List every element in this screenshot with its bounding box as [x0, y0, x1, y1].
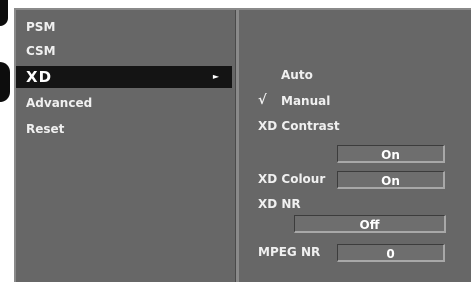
menu-item-label: CSM	[26, 44, 56, 58]
edge-fragment-middle	[0, 62, 10, 102]
mode-option-auto[interactable]: Auto	[281, 68, 313, 82]
xd-nr-value: Off	[359, 218, 380, 232]
panel-divider	[235, 10, 239, 282]
edge-fragment-top	[0, 0, 8, 26]
xd-contrast-value: On	[381, 148, 400, 162]
xd-colour-label: XD Colour	[258, 172, 326, 186]
xd-nr-label: XD NR	[258, 197, 301, 211]
mpeg-nr-label: MPEG NR	[258, 245, 321, 259]
xd-contrast-value-box[interactable]: On	[337, 145, 445, 163]
mpeg-nr-value-box[interactable]: 0	[337, 244, 445, 262]
xd-colour-value: On	[381, 174, 400, 188]
xd-colour-value-box[interactable]: On	[337, 171, 445, 189]
mode-option-manual[interactable]: Manual	[281, 94, 330, 108]
menu-item-csm[interactable]: CSM	[16, 40, 232, 62]
xd-contrast-label: XD Contrast	[258, 119, 340, 133]
mpeg-nr-value: 0	[386, 247, 395, 261]
menu-item-label: XD	[26, 68, 53, 86]
menu-item-xd[interactable]: XD ►	[16, 66, 232, 88]
xd-settings-menu: PSM CSM XD ► Advanced Reset Auto √ Manua…	[14, 8, 471, 282]
check-mark-icon: √	[258, 93, 267, 108]
menu-item-psm[interactable]: PSM	[16, 16, 232, 38]
xd-nr-value-box[interactable]: Off	[294, 215, 446, 233]
menu-item-advanced[interactable]: Advanced	[16, 92, 232, 114]
menu-item-label: Reset	[26, 122, 65, 136]
menu-item-reset[interactable]: Reset	[16, 118, 232, 140]
xd-submenu-panel: Auto √ Manual XD Contrast On XD Colour O…	[240, 10, 471, 282]
menu-item-label: PSM	[26, 20, 56, 34]
menu-item-label: Advanced	[26, 96, 93, 110]
submenu-arrow-icon: ►	[212, 72, 220, 81]
main-menu-panel: PSM CSM XD ► Advanced Reset	[16, 10, 234, 282]
